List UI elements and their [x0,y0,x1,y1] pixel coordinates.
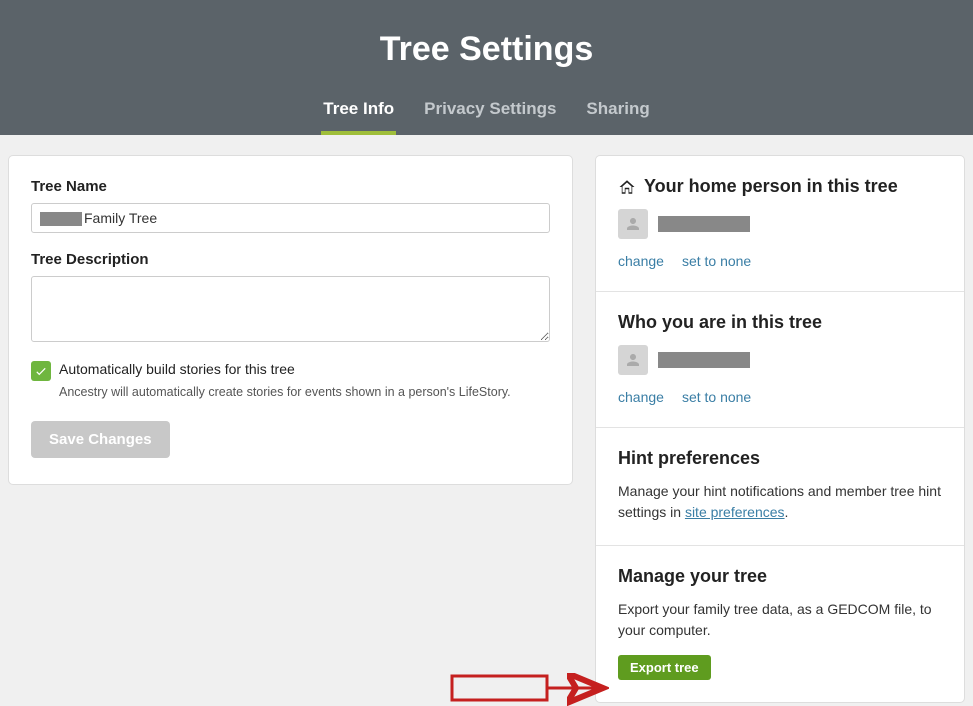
who-you-are-title: Who you are in this tree [618,312,942,333]
save-changes-button[interactable]: Save Changes [31,421,170,458]
change-home-person-link[interactable]: change [618,253,664,269]
auto-stories-checkbox[interactable] [31,361,51,381]
tab-bar: Tree Info Privacy Settings Sharing [0,91,973,135]
check-icon [34,364,48,378]
auto-stories-subtext: Ancestry will automatically create stori… [59,385,550,399]
redacted-person-name [658,352,750,368]
hint-preferences-body: Manage your hint notifications and membe… [618,481,942,523]
tree-info-panel: Tree Name Family Tree Tree Description A… [8,155,573,485]
who-you-are-row [618,345,942,375]
home-icon [618,178,636,196]
manage-tree-body: Export your family tree data, as a GEDCO… [618,599,942,641]
avatar [618,209,648,239]
tree-description-input[interactable] [31,276,550,342]
tab-privacy-settings[interactable]: Privacy Settings [422,91,558,135]
auto-stories-label: Automatically build stories for this tre… [59,361,295,377]
who-you-are-links: change set to none [618,389,942,405]
home-person-row [618,209,942,239]
tree-description-label: Tree Description [31,251,550,268]
avatar [618,345,648,375]
manage-tree-title: Manage your tree [618,566,942,587]
person-icon [624,351,642,369]
sidebar-panel: Your home person in this tree change set… [595,155,965,703]
tree-name-suffix: Family Tree [84,210,157,226]
content-wrapper: Tree Name Family Tree Tree Description A… [0,135,973,703]
auto-stories-row: Automatically build stories for this tre… [31,361,550,381]
home-person-title: Your home person in this tree [618,176,942,197]
home-person-title-text: Your home person in this tree [644,176,898,197]
manage-tree-section: Manage your tree Export your family tree… [596,546,964,702]
person-icon [624,215,642,233]
tab-tree-info[interactable]: Tree Info [321,91,396,135]
set-home-person-none-link[interactable]: set to none [682,253,751,269]
redacted-name-prefix [40,212,82,226]
tree-name-label: Tree Name [31,178,550,195]
hint-preferences-section: Hint preferences Manage your hint notifi… [596,428,964,546]
redacted-person-name [658,216,750,232]
site-preferences-link[interactable]: site preferences [685,504,785,520]
tree-name-input[interactable]: Family Tree [31,203,550,233]
page-title: Tree Settings [0,30,973,69]
set-who-you-are-none-link[interactable]: set to none [682,389,751,405]
home-person-links: change set to none [618,253,942,269]
home-person-section: Your home person in this tree change set… [596,156,964,292]
hint-body-post: . [785,504,789,520]
page-header: Tree Settings Tree Info Privacy Settings… [0,0,973,135]
tab-sharing[interactable]: Sharing [584,91,651,135]
export-tree-button[interactable]: Export tree [618,655,711,680]
change-who-you-are-link[interactable]: change [618,389,664,405]
hint-preferences-title: Hint preferences [618,448,942,469]
who-you-are-section: Who you are in this tree change set to n… [596,292,964,428]
